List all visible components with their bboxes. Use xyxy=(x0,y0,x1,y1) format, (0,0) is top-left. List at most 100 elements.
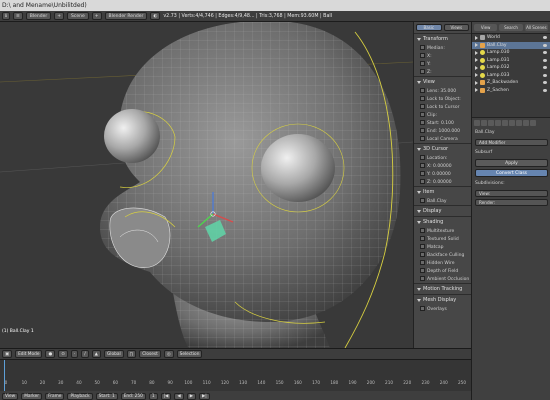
shelf-row[interactable]: Clip: xyxy=(414,111,471,119)
outliner-item[interactable]: Z_Backwaden xyxy=(472,79,550,87)
shelf-row[interactable]: Textured Solid xyxy=(414,235,471,243)
frame-ruler[interactable]: 0 10 20 30 40 50 60 70 80 90 100 110 120 130 140 150 160… xyxy=(0,380,471,390)
outliner-item[interactable]: Lamp.031 xyxy=(472,57,550,65)
checkbox[interactable] xyxy=(420,69,425,74)
tab-views[interactable]: Views xyxy=(443,24,469,31)
expand-arrow-icon[interactable] xyxy=(475,88,478,93)
checkbox[interactable] xyxy=(420,198,425,203)
shelf-row[interactable]: Overlays xyxy=(414,305,471,313)
checkbox[interactable] xyxy=(420,136,425,141)
editor-type-button[interactable]: ▣ xyxy=(2,350,13,358)
checkbox[interactable] xyxy=(420,268,425,273)
apply-button[interactable]: Apply xyxy=(475,159,548,167)
checkbox[interactable] xyxy=(420,171,425,176)
checkbox[interactable] xyxy=(420,155,425,160)
outliner-item[interactable]: Lamp.030 xyxy=(472,49,550,57)
checkbox[interactable] xyxy=(420,228,425,233)
shelf-row[interactable]: Ambient Occlusion xyxy=(414,275,471,283)
shelf-row[interactable]: End: 1000.000 xyxy=(414,127,471,135)
modifier-name[interactable]: Subsurf xyxy=(472,148,550,157)
shelf-section-header[interactable]: Motion Tracking xyxy=(414,283,471,294)
outliner-tab-scenes[interactable]: All Scenes xyxy=(524,24,548,31)
checkbox[interactable] xyxy=(420,252,425,257)
checkbox[interactable] xyxy=(420,112,425,117)
visibility-eye-icon[interactable] xyxy=(543,88,547,92)
constraints-icon[interactable] xyxy=(502,120,508,126)
checkbox[interactable] xyxy=(420,104,425,109)
mode-select[interactable]: Edit Mode xyxy=(15,350,43,358)
jump-start-button[interactable]: |◀ xyxy=(160,392,172,400)
visibility-eye-icon[interactable] xyxy=(543,58,547,62)
expand-arrow-icon[interactable] xyxy=(475,50,478,55)
visibility-eye-icon[interactable] xyxy=(543,51,547,55)
checkbox[interactable] xyxy=(420,128,425,133)
checkbox[interactable] xyxy=(420,244,425,249)
checkbox[interactable] xyxy=(420,96,425,101)
snap-target-select[interactable]: Closest xyxy=(139,350,161,358)
outliner-tab-search[interactable]: Search xyxy=(499,24,523,31)
checkbox[interactable] xyxy=(420,260,425,265)
shelf-row[interactable]: Hidden Wire xyxy=(414,259,471,267)
timeline-frame-menu[interactable]: Frame xyxy=(45,392,65,400)
shelf-row[interactable]: X: xyxy=(414,52,471,60)
shelf-section-header[interactable]: Transform xyxy=(414,33,471,44)
3d-viewport[interactable]: (1) Ball.Clay 1 xyxy=(0,22,413,348)
timeline[interactable]: 0 10 20 30 40 50 60 70 80 90 100 110 120 130 140 150 160… xyxy=(0,359,471,400)
outliner-item[interactable]: Ball.Clay xyxy=(472,41,550,49)
view-levels-field[interactable]: View: xyxy=(475,190,548,197)
shelf-row[interactable]: Ball.Clay xyxy=(414,197,471,205)
outliner-item[interactable]: World xyxy=(472,34,550,42)
world-icon[interactable] xyxy=(488,120,494,126)
start-frame-field[interactable]: Start: 1 xyxy=(95,392,118,400)
face-select-button[interactable]: ▲ xyxy=(91,350,101,358)
visibility-eye-icon[interactable] xyxy=(543,43,547,47)
shelf-row[interactable]: Z: 0.00000 xyxy=(414,178,471,186)
checkbox[interactable] xyxy=(420,120,425,125)
scene-field[interactable]: Scene xyxy=(67,12,89,20)
visibility-eye-icon[interactable] xyxy=(543,73,547,77)
shelf-section-header[interactable]: Item xyxy=(414,186,471,197)
expand-arrow-icon[interactable] xyxy=(475,58,478,63)
edge-select-button[interactable]: / xyxy=(81,350,89,358)
checkbox[interactable] xyxy=(420,236,425,241)
shelf-row[interactable]: Matcap xyxy=(414,243,471,251)
outliner-item[interactable]: Lamp.032 xyxy=(472,64,550,72)
end-frame-field[interactable]: End: 250 xyxy=(120,392,146,400)
shelf-row[interactable]: X: 0.00000 xyxy=(414,162,471,170)
pivot-button[interactable]: ⊙ xyxy=(58,350,68,358)
timeline-playback-menu[interactable]: Playback xyxy=(67,392,93,400)
checkbox[interactable] xyxy=(420,53,425,58)
checkbox[interactable] xyxy=(420,61,425,66)
shelf-row[interactable]: Start: 0.100 xyxy=(414,119,471,127)
checkbox[interactable] xyxy=(420,88,425,93)
shelf-row[interactable]: Depth of Field xyxy=(414,267,471,275)
orientation-select[interactable]: Global xyxy=(103,350,124,358)
snap-magnet-icon[interactable]: ⋂ xyxy=(126,350,137,358)
add-modifier-select[interactable]: Add Modifier xyxy=(475,139,548,146)
expand-arrow-icon[interactable] xyxy=(475,35,478,40)
material-icon[interactable] xyxy=(523,120,529,126)
shelf-row[interactable]: Median: xyxy=(414,44,471,52)
current-frame-field[interactable]: 1 xyxy=(148,392,158,400)
render-engine-select[interactable]: Blender Render xyxy=(104,12,148,20)
data-icon[interactable] xyxy=(516,120,522,126)
expand-arrow-icon[interactable] xyxy=(475,43,478,48)
expand-arrow-icon[interactable] xyxy=(475,65,478,70)
visibility-eye-icon[interactable] xyxy=(543,36,547,40)
jump-end-button[interactable]: ▶| xyxy=(199,392,210,400)
shelf-row[interactable]: Y: xyxy=(414,60,471,68)
shelf-section-header[interactable]: Mesh Display xyxy=(414,294,471,305)
outliner-tab-view[interactable]: View xyxy=(474,24,498,31)
render-icon[interactable] xyxy=(474,120,480,126)
file-menu-button[interactable]: ≡ xyxy=(13,12,23,20)
add-screen-button[interactable]: + xyxy=(54,12,64,20)
shelf-row[interactable]: Backface Culling xyxy=(414,251,471,259)
shelf-section-header[interactable]: Shading xyxy=(414,216,471,227)
shelf-section-header[interactable]: Display xyxy=(414,205,471,216)
screen-layout-field[interactable]: Blender xyxy=(25,12,52,20)
shelf-row[interactable]: Local Camera xyxy=(414,135,471,143)
render-levels-field[interactable]: Render: xyxy=(475,199,548,206)
shelf-row[interactable]: Lens: 35.000 xyxy=(414,87,471,95)
timeline-marker-menu[interactable]: Marker xyxy=(21,392,43,400)
checkbox[interactable] xyxy=(420,306,425,311)
